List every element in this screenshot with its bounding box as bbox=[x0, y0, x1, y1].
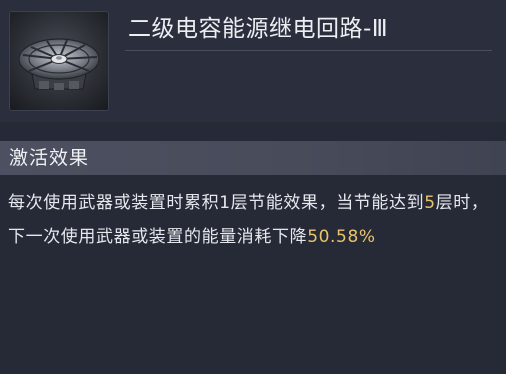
description-text-part1: 每次使用武器或装置时累积1层节能效果，当节能达到 bbox=[8, 193, 425, 213]
stack-count-highlight: 5 bbox=[424, 193, 436, 213]
item-tooltip-card: 二级电容能源继电回路-Ⅲ 激活效果 每次使用武器或装置时累积1层节能效果，当节能… bbox=[0, 0, 506, 374]
item-header: 二级电容能源继电回路-Ⅲ bbox=[0, 0, 506, 122]
item-name: 二级电容能源继电回路-Ⅲ bbox=[128, 16, 389, 42]
drone-relay-module-icon bbox=[18, 38, 100, 90]
effect-description: 每次使用武器或装置时累积1层节能效果，当节能达到5层时，下一次使用武器或装置的能… bbox=[8, 186, 500, 254]
section-title: 激活效果 bbox=[9, 147, 90, 169]
energy-reduction-highlight: 50.58% bbox=[307, 227, 376, 247]
title-divider bbox=[125, 50, 492, 51]
section-header: 激活效果 bbox=[0, 141, 506, 175]
item-image bbox=[9, 11, 109, 111]
